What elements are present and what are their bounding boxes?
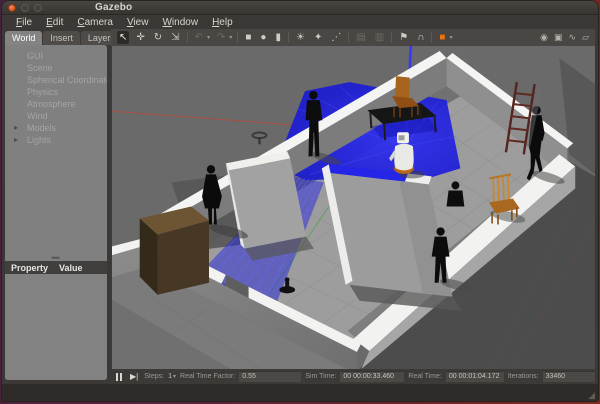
minimize-button[interactable] <box>21 4 29 12</box>
property-column-header: Property <box>5 263 59 273</box>
steps-label: Steps: <box>144 373 164 380</box>
world-panel: GUI Scene Spherical Coordinates Physics … <box>5 45 107 380</box>
viewport-column: ↖ ✛ ↻ ⇲ ↶▾ ↷▾ ■ ● ▮ ☀ ✦ ⋰ ▤ ▥ ⚑ ∩ <box>111 29 595 384</box>
box-tool-icon[interactable]: ■ <box>243 31 253 44</box>
left-panel: World Insert Layers GUI Scene Spherical … <box>5 29 107 384</box>
directional-light-icon[interactable]: ⋰ <box>329 31 343 44</box>
windows-icon[interactable]: ▱ <box>582 32 589 43</box>
close-button[interactable] <box>8 4 16 12</box>
toolbar-separator <box>288 32 289 43</box>
toolbar-separator <box>237 32 238 43</box>
paste-icon[interactable]: ▥ <box>373 31 386 44</box>
toolbar-separator <box>348 32 349 43</box>
point-light-icon[interactable]: ☀ <box>294 31 307 44</box>
scale-tool-icon[interactable]: ⇲ <box>169 31 181 44</box>
screenshot-icon[interactable]: ◉ <box>540 32 548 43</box>
sim-time-value: 00 00:00:33.460 <box>340 371 404 382</box>
select-tool-icon[interactable]: ↖ <box>117 31 129 44</box>
tree-item-spherical-coordinates[interactable]: Spherical Coordinates <box>5 74 107 86</box>
plot-icon[interactable]: ∿ <box>569 32 577 43</box>
iterations-value: 33460 <box>543 371 595 382</box>
menu-edit[interactable]: Edit <box>46 17 63 28</box>
undo-caret-icon[interactable]: ▾ <box>207 34 210 41</box>
menu-view[interactable]: View <box>127 17 149 28</box>
view-angle-caret-icon[interactable]: ▾ <box>449 34 452 41</box>
tree-item-models[interactable]: ▸Models <box>5 122 107 134</box>
simulation-status-bar: ▶| Steps: 1 ▾ Real Time Factor: 0.55 Sim… <box>111 369 595 384</box>
maximize-button[interactable] <box>34 4 42 12</box>
rtf-label: Real Time Factor: <box>180 373 235 380</box>
real-time-label: Real Time: <box>408 373 441 380</box>
tree-item-atmosphere[interactable]: Atmosphere <box>5 98 107 110</box>
panel-tabs: World Insert Layers <box>5 29 107 45</box>
render-viewport[interactable] <box>111 46 595 369</box>
gazebo-window: Gazebo File Edit Camera View Window Help… <box>1 0 599 402</box>
world-tree: GUI Scene Spherical Coordinates Physics … <box>5 45 107 146</box>
rtf-value: 0.55 <box>239 371 301 382</box>
toolbar-separator <box>431 32 432 43</box>
tab-world[interactable]: World <box>5 31 42 45</box>
menu-file[interactable]: File <box>16 17 32 28</box>
translate-tool-icon[interactable]: ✛ <box>134 31 146 44</box>
value-column-header: Value <box>59 263 83 273</box>
align-tool-icon[interactable]: ⚑ <box>397 31 410 44</box>
record-log-icon[interactable]: ▣ <box>554 32 563 43</box>
tab-insert[interactable]: Insert <box>43 31 80 45</box>
cylinder-tool-icon[interactable]: ▮ <box>273 31 283 44</box>
resize-grip[interactable]: ◢ <box>588 391 595 400</box>
undo-icon[interactable]: ↶ <box>193 31 205 44</box>
collapse-arrow-icon[interactable]: ▸ <box>14 134 18 146</box>
menu-window[interactable]: Window <box>162 17 198 28</box>
property-table-header: Property Value <box>5 261 107 274</box>
tree-item-gui[interactable]: GUI <box>5 50 107 62</box>
toolbar-separator <box>391 32 392 43</box>
steps-value[interactable]: 1 <box>168 373 172 380</box>
steps-caret-icon[interactable]: ▾ <box>173 373 176 380</box>
toolbar-right-group: ◉ ▣ ∿ ▱ <box>540 32 589 43</box>
window-title: Gazebo <box>95 2 132 13</box>
sphere-tool-icon[interactable]: ● <box>258 31 268 44</box>
step-button[interactable]: ▶| <box>130 372 138 381</box>
view-angle-icon[interactable]: ■ <box>437 31 447 44</box>
tree-item-wind[interactable]: Wind <box>5 110 107 122</box>
wooden-box[interactable] <box>140 206 209 294</box>
toolbar-separator <box>187 32 188 43</box>
rotate-tool-icon[interactable]: ↻ <box>152 31 164 44</box>
spot-light-icon[interactable]: ✦ <box>312 31 324 44</box>
property-table-body <box>5 274 107 380</box>
collapse-arrow-icon[interactable]: ▸ <box>14 122 18 134</box>
tree-item-physics[interactable]: Physics <box>5 86 107 98</box>
3d-scene[interactable] <box>112 46 595 369</box>
viewport-toolbar: ↖ ✛ ↻ ⇲ ↶▾ ↷▾ ■ ● ▮ ☀ ✦ ⋰ ▤ ▥ ⚑ ∩ <box>111 29 595 46</box>
window-bottom-frame: ◢ <box>2 384 598 401</box>
panel-splitter[interactable]: ▬ <box>5 252 107 261</box>
snap-tool-icon[interactable]: ∩ <box>415 31 426 44</box>
iterations-label: Iterations: <box>508 373 539 380</box>
sim-time-label: Sim Time: <box>305 373 336 380</box>
title-bar[interactable]: Gazebo <box>2 1 598 15</box>
tree-item-scene[interactable]: Scene <box>5 62 107 74</box>
main-content: World Insert Layers GUI Scene Spherical … <box>2 29 598 384</box>
menu-help[interactable]: Help <box>212 17 233 28</box>
redo-icon[interactable]: ↷ <box>215 31 227 44</box>
pause-button[interactable] <box>116 373 122 381</box>
menu-bar: File Edit Camera View Window Help <box>2 15 598 29</box>
menu-camera[interactable]: Camera <box>77 17 113 28</box>
real-time-value: 00 00:01:04.172 <box>446 371 504 382</box>
copy-icon[interactable]: ▤ <box>354 31 367 44</box>
redo-caret-icon[interactable]: ▾ <box>229 34 232 41</box>
tree-item-lights[interactable]: ▸Lights <box>5 134 107 146</box>
